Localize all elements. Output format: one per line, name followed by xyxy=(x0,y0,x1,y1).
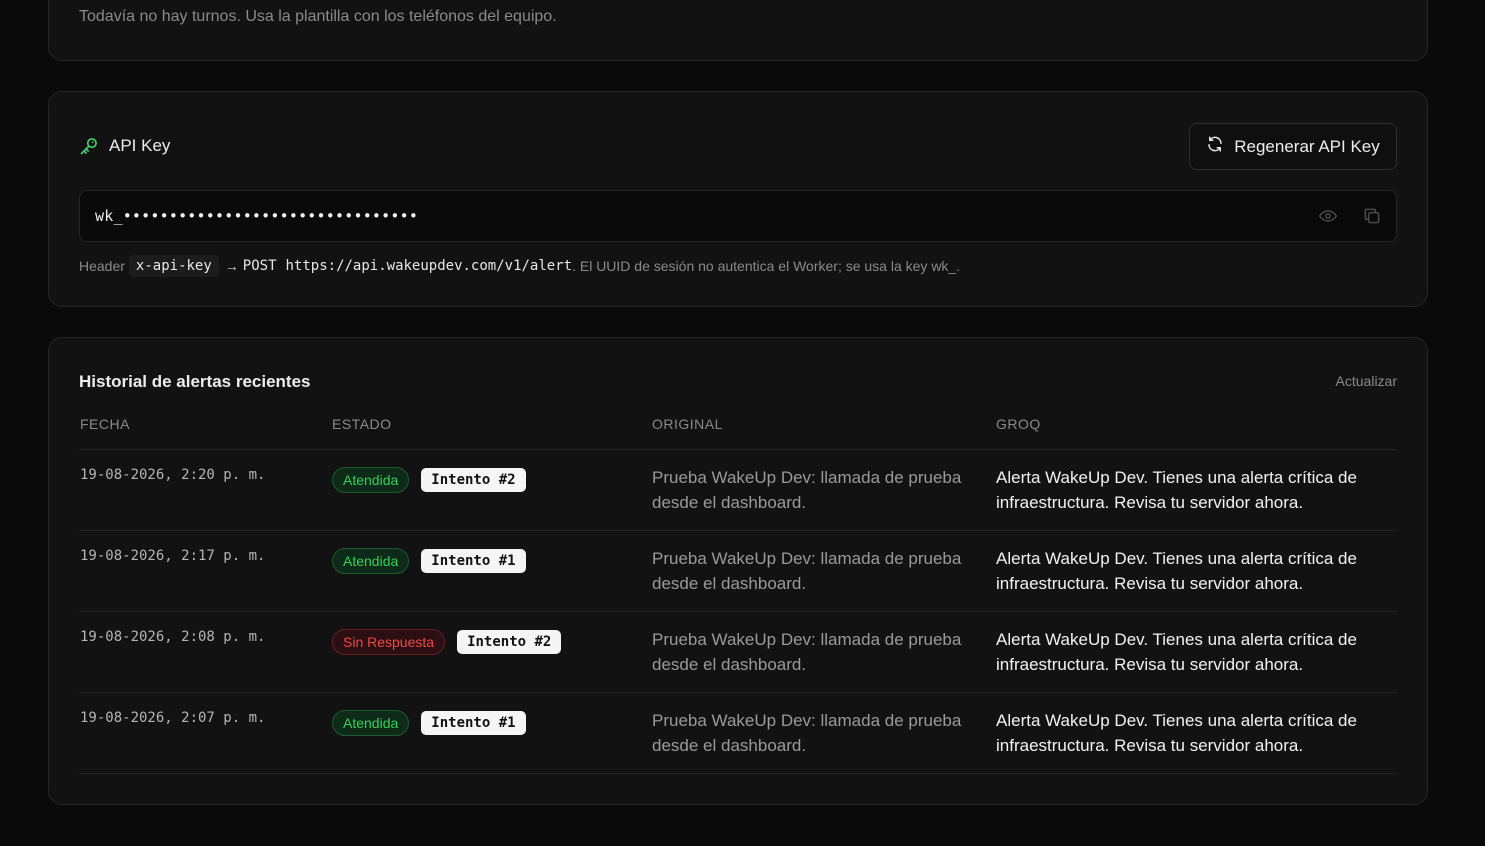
attempt-badge: Intento #2 xyxy=(457,630,562,654)
help-url: https://api.wakeupdev.com/v1/alert xyxy=(285,258,573,274)
row-original: Prueba WakeUp Dev: llamada de prueba des… xyxy=(652,468,962,512)
help-note: . El UUID de sesión no autentica el Work… xyxy=(572,258,961,274)
table-row: 19-08-2026, 2:08 p. m. Sin Respuesta Int… xyxy=(79,612,1397,693)
column-header-groq: GROQ xyxy=(996,416,1041,432)
column-header-original: ORIGINAL xyxy=(652,416,723,432)
help-method: POST xyxy=(242,258,277,274)
api-key-card: API Key Regenerar API Key wk_•••••••••••… xyxy=(48,91,1428,307)
regenerate-label: Regenerar API Key xyxy=(1234,136,1380,156)
row-groq: Alerta WakeUp Dev. Tienes una alerta crí… xyxy=(996,630,1357,674)
api-key-masked-value: wk_•••••••••••••••••••••••••••••••• xyxy=(95,207,419,225)
row-original: Prueba WakeUp Dev: llamada de prueba des… xyxy=(652,630,962,674)
row-groq: Alerta WakeUp Dev. Tienes una alerta crí… xyxy=(996,549,1357,593)
row-date: 19-08-2026, 2:17 p. m. xyxy=(80,548,266,564)
row-date: 19-08-2026, 2:20 p. m. xyxy=(80,467,266,483)
api-key-heading: API Key xyxy=(79,136,170,156)
row-groq: Alerta WakeUp Dev. Tienes una alerta crí… xyxy=(996,468,1357,512)
status-badge: Atendida xyxy=(332,710,410,736)
status-badge: Atendida xyxy=(332,467,410,493)
key-icon xyxy=(79,136,99,156)
column-header-date: FECHA xyxy=(80,416,130,432)
help-header-name: x-api-key xyxy=(128,255,219,277)
table-row: 19-08-2026, 2:17 p. m. Atendida Intento … xyxy=(79,531,1397,612)
column-header-status: ESTADO xyxy=(332,416,392,432)
row-status: Sin Respuesta Intento #2 xyxy=(332,629,562,655)
attempt-badge: Intento #2 xyxy=(421,468,526,492)
eye-icon[interactable] xyxy=(1318,206,1338,231)
status-badge: Atendida xyxy=(332,548,410,574)
shifts-empty-text: Todavía no hay turnos. Usa la plantilla … xyxy=(79,8,557,25)
row-date: 19-08-2026, 2:08 p. m. xyxy=(80,629,266,645)
status-badge: Sin Respuesta xyxy=(332,629,446,655)
table-row: 19-08-2026, 2:20 p. m. Atendida Intento … xyxy=(79,450,1397,531)
regenerate-api-key-button[interactable]: Regenerar API Key xyxy=(1189,123,1397,170)
help-header-word: Header xyxy=(79,258,125,274)
api-key-help: Header x-api-key → POST https://api.wake… xyxy=(79,255,960,277)
row-original: Prueba WakeUp Dev: llamada de prueba des… xyxy=(652,549,962,593)
row-status: Atendida Intento #1 xyxy=(332,710,526,736)
shifts-card: Todavía no hay turnos. Usa la plantilla … xyxy=(48,0,1428,61)
refresh-icon xyxy=(1206,135,1224,158)
row-date: 19-08-2026, 2:07 p. m. xyxy=(80,710,266,726)
history-title: Historial de alertas recientes xyxy=(79,372,311,391)
attempt-badge: Intento #1 xyxy=(421,711,526,735)
api-key-field[interactable]: wk_•••••••••••••••••••••••••••••••• xyxy=(79,190,1397,242)
api-key-title: API Key xyxy=(109,136,171,155)
refresh-button[interactable]: Actualizar xyxy=(1336,373,1397,389)
alert-history-card: Historial de alertas recientes Actualiza… xyxy=(48,337,1428,805)
row-groq: Alerta WakeUp Dev. Tienes una alerta crí… xyxy=(996,711,1357,755)
help-arrow: → xyxy=(224,258,239,274)
row-status: Atendida Intento #1 xyxy=(332,548,526,574)
table-row: 19-08-2026, 2:07 p. m. Atendida Intento … xyxy=(79,693,1397,774)
row-status: Atendida Intento #2 xyxy=(332,467,526,493)
row-original: Prueba WakeUp Dev: llamada de prueba des… xyxy=(652,711,962,755)
copy-icon[interactable] xyxy=(1362,206,1382,231)
attempt-badge: Intento #1 xyxy=(421,549,526,573)
